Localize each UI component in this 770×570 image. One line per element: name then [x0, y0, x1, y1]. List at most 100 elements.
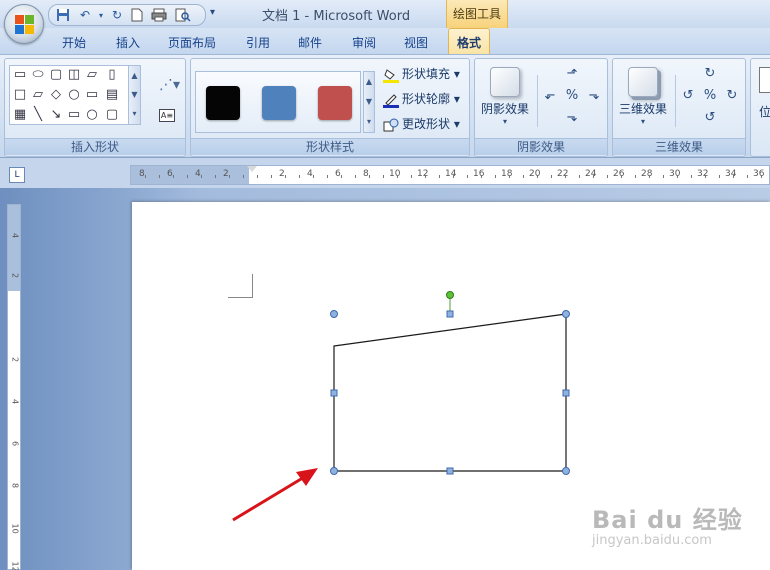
- print-preview-icon[interactable]: [175, 8, 191, 23]
- ruler-tick: [453, 175, 454, 178]
- tilt-right-icon[interactable]: ↻: [723, 87, 741, 105]
- scroll-down-icon[interactable]: ▼: [364, 92, 374, 112]
- rectangle-shape-2-icon[interactable]: ▭: [66, 108, 82, 122]
- baidu-watermark: Bai du 经验 jingyan.baidu.com: [592, 500, 743, 548]
- tilt-left-icon[interactable]: ↺: [679, 87, 697, 105]
- customize-qat-button[interactable]: ▾: [210, 7, 215, 18]
- edit-points-icon[interactable]: ⋰▾: [159, 77, 180, 93]
- rectangle-shape-icon[interactable]: ▭: [12, 68, 28, 82]
- ruler-tick-label: 10: [389, 169, 401, 179]
- ruler-tick-label: 26: [613, 169, 625, 179]
- rounded-rectangle-shape-icon[interactable]: ▢: [48, 68, 64, 82]
- threed-on-off-icon[interactable]: %: [701, 87, 719, 105]
- scroll-down-icon[interactable]: ▼: [129, 85, 140, 104]
- ruler-tick: [411, 175, 412, 178]
- threed-effects-button[interactable]: 三维效果 ▾: [613, 65, 673, 129]
- text-box-shape-icon[interactable]: ▤: [104, 88, 120, 102]
- vruler-tick-label: 8: [10, 482, 20, 489]
- ruler-tick: [509, 175, 510, 178]
- tab-format[interactable]: 格式: [448, 28, 491, 55]
- style-swatch-blue[interactable]: [262, 86, 296, 120]
- horizontal-ruler[interactable]: 8 6 4 2 2 4 6 8 10 12 14 16 18 20 22 24 26 28 30 32 34 36: [130, 165, 770, 185]
- tab-insert[interactable]: 插入: [116, 34, 140, 51]
- shadow-on-off-icon[interactable]: %: [563, 87, 581, 105]
- tilt-down-icon[interactable]: ↺: [701, 109, 719, 127]
- ruler-row: L 8 6 4 2 2 4 6 8 10 12 14 16 18 20 22 24 26 28 30 32 34 36: [0, 160, 770, 188]
- ellipse-shape-icon[interactable]: ○: [66, 88, 82, 102]
- ruler-tick-label: 20: [529, 169, 541, 179]
- callout-shape-icon[interactable]: ▱: [84, 68, 100, 82]
- shape-outline-button[interactable]: 形状轮廓 ▾: [383, 89, 460, 109]
- line-shape-icon[interactable]: ╲: [30, 108, 46, 122]
- shadow-effects-button[interactable]: 阴影效果 ▾: [475, 65, 535, 129]
- undo-icon[interactable]: ↶: [77, 8, 93, 23]
- vruler-tick-label: 4: [10, 232, 20, 239]
- cube-shape-icon[interactable]: ◫: [66, 68, 82, 82]
- tab-references[interactable]: 引用: [246, 34, 270, 51]
- shadow-effects-group: 阴影效果 ▾ ⬏ ⬐ % ⬎ ⬎ 阴影效果: [474, 58, 608, 157]
- office-button[interactable]: [4, 4, 44, 44]
- rounded-shape-icon[interactable]: ▢: [104, 108, 120, 122]
- new-document-icon[interactable]: [129, 8, 145, 23]
- position-button-label[interactable]: 位: [759, 103, 770, 120]
- nudge-shadow-down-icon[interactable]: ⬎: [563, 109, 581, 127]
- tab-selector[interactable]: L: [9, 167, 25, 183]
- shapes-gallery-scroll[interactable]: ▲ ▼ ▾: [128, 66, 140, 124]
- gallery-more-icon[interactable]: ▾: [364, 112, 374, 132]
- nudge-shadow-left-icon[interactable]: ⬐: [541, 87, 559, 105]
- square-shape-icon[interactable]: □: [12, 88, 28, 102]
- ruler-tick: [495, 175, 496, 178]
- scroll-up-icon[interactable]: ▲: [364, 72, 374, 92]
- nudge-shadow-right-icon[interactable]: ⬎: [585, 87, 603, 105]
- scroll-up-icon[interactable]: ▲: [129, 66, 140, 85]
- ruler-tick: [341, 175, 342, 178]
- tab-review[interactable]: 审阅: [352, 34, 376, 51]
- frame-shape-icon[interactable]: ▯: [104, 68, 120, 82]
- tab-view[interactable]: 视图: [404, 34, 428, 51]
- title-bar: ↶ ▾ ↻ ▾ 文档 1 - Microsoft Word 绘图工具: [0, 0, 770, 28]
- threed-effects-group: 三维效果 ▾ ↻ ↺ % ↻ ↺ 三维效果: [612, 58, 746, 157]
- ruler-tick: [299, 175, 300, 178]
- ruler-tick-label: 16: [473, 169, 485, 179]
- ruler-tick-label: 28: [641, 169, 653, 179]
- parallelogram-shape-icon[interactable]: ▱: [30, 88, 46, 102]
- rotation-handle[interactable]: [446, 291, 454, 299]
- watermark-main: Bai du 经验: [592, 506, 743, 534]
- ruler-tick-label: 36: [753, 169, 765, 179]
- style-swatch-red[interactable]: [318, 86, 352, 120]
- oval-shape-icon[interactable]: ⬭: [30, 68, 46, 82]
- vertical-ruler[interactable]: 4 2 2 4 6 8 10 12: [7, 204, 21, 570]
- table-shape-icon[interactable]: ▦: [12, 108, 28, 122]
- ruler-tick: [663, 175, 664, 178]
- diamond-shape-icon[interactable]: ◇: [48, 88, 64, 102]
- save-icon[interactable]: [55, 8, 71, 23]
- arrow-line-shape-icon[interactable]: ↘: [48, 108, 64, 122]
- ruler-tick: [565, 175, 566, 178]
- style-gallery-scroll[interactable]: ▲ ▼ ▾: [363, 71, 375, 133]
- undo-dropdown-icon[interactable]: ▾: [93, 8, 109, 23]
- oval-shape-2-icon[interactable]: ○: [84, 108, 100, 122]
- ruler-tick: [201, 175, 202, 178]
- vruler-tick-label: 10: [10, 523, 20, 534]
- shape-fill-button[interactable]: 形状填充 ▾: [383, 64, 460, 84]
- style-swatch-black[interactable]: [206, 86, 240, 120]
- rectangle-outline-shape-icon[interactable]: ▭: [84, 88, 100, 102]
- ruler-tick: [383, 175, 384, 178]
- nudge-shadow-up-icon[interactable]: ⬏: [563, 65, 581, 83]
- watermark-sub: jingyan.baidu.com: [592, 533, 712, 548]
- draw-text-box-icon[interactable]: A≡: [159, 109, 175, 122]
- ruler-tick: [173, 175, 174, 178]
- position-icon[interactable]: [759, 67, 770, 93]
- shapes-gallery[interactable]: ▭ ⬭ ▢ ◫ ▱ ▯ □ ▱ ◇ ○ ▭ ▤ ▦ ╲ ↘ ▭ ○ ▢ ▲ ▼ …: [9, 65, 141, 125]
- tab-page-layout[interactable]: 页面布局: [168, 34, 216, 51]
- change-shape-button[interactable]: 更改形状 ▾: [383, 114, 460, 134]
- ruler-tick-label: 8: [363, 169, 369, 179]
- tab-mailings[interactable]: 邮件: [298, 34, 322, 51]
- tab-home[interactable]: 开始: [62, 34, 86, 51]
- gallery-more-icon[interactable]: ▾: [129, 104, 140, 123]
- ruler-tick: [215, 175, 216, 178]
- indent-marker[interactable]: [247, 166, 257, 172]
- tilt-up-icon[interactable]: ↻: [701, 65, 719, 83]
- print-icon[interactable]: [151, 8, 167, 23]
- redo-icon[interactable]: ↻: [109, 8, 125, 23]
